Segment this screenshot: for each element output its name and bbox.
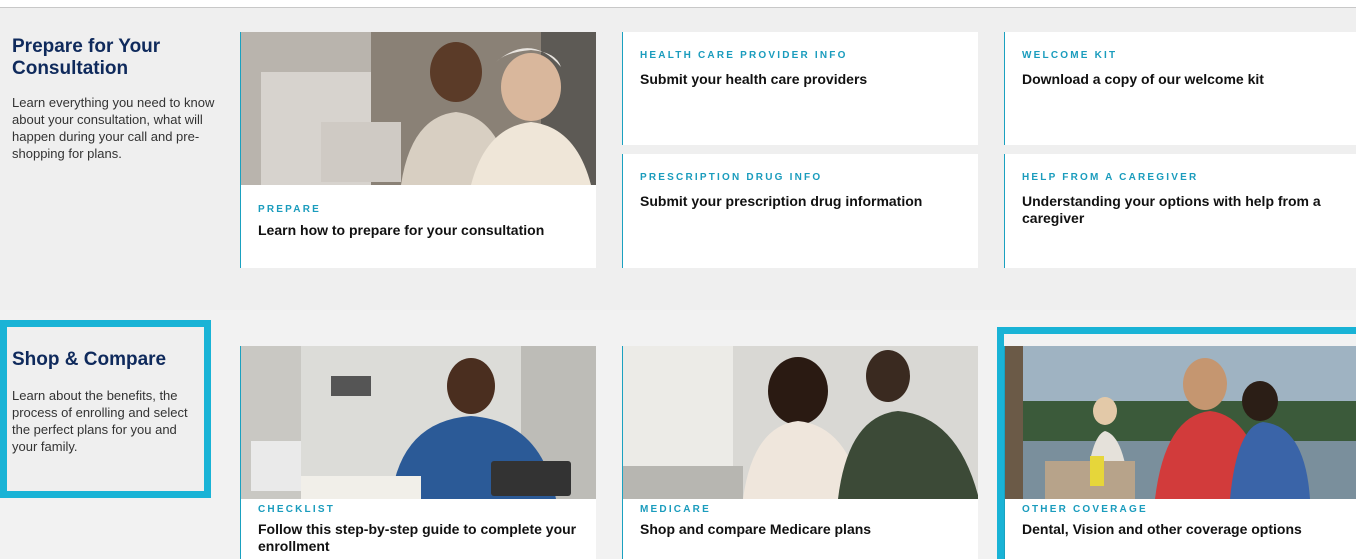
shop-section-header: Shop & Compare Learn about the benefits,… [0,320,211,498]
prepare-photo [241,32,596,185]
card-medicare[interactable]: MEDICARE Shop and compare Medicare plans [622,346,978,559]
card-medicare-eyebrow: MEDICARE [640,504,711,515]
card-prepare-title: Learn how to prepare for your consultati… [258,222,545,238]
card-checklist-eyebrow: CHECKLIST [258,504,336,515]
card-provider-eyebrow: HEALTH CARE PROVIDER INFO [640,50,848,61]
card-checklist[interactable]: CHECKLIST Follow this step-by-step guide… [240,346,596,559]
prepare-description: Learn everything you need to know about … [12,95,215,161]
card-medicare-title: Shop and compare Medicare plans [640,521,872,537]
shop-description: Learn about the benefits, the process of… [12,388,188,454]
checklist-photo [241,346,596,499]
card-checklist-title: Follow this step-by-step guide to comple… [258,521,577,554]
card-drug-title: Submit your prescription drug informatio… [640,193,923,209]
top-divider [0,0,1356,8]
card-caregiver[interactable]: HELP FROM A CAREGIVER Understanding your… [1004,154,1356,268]
card-provider-title: Submit your health care providers [640,71,868,87]
other-coverage-highlight [997,327,1356,559]
medicare-photo [623,346,978,499]
card-prescription-drug[interactable]: PRESCRIPTION DRUG INFO Submit your presc… [622,154,978,268]
card-health-care-provider[interactable]: HEALTH CARE PROVIDER INFO Submit your he… [622,32,978,145]
card-welcome-title: Download a copy of our welcome kit [1022,71,1264,87]
card-welcome-eyebrow: WELCOME KIT [1022,50,1118,61]
card-caregiver-eyebrow: HELP FROM A CAREGIVER [1022,172,1199,183]
card-prepare[interactable]: PREPARE Learn how to prepare for your co… [240,32,596,268]
card-prepare-eyebrow: PREPARE [258,204,322,215]
card-drug-eyebrow: PRESCRIPTION DRUG INFO [640,172,823,183]
card-welcome-kit[interactable]: WELCOME KIT Download a copy of our welco… [1004,32,1356,145]
prepare-heading: Prepare for Your Consultation [12,36,161,79]
card-caregiver-title: Understanding your options with help fro… [1022,193,1321,226]
shop-heading: Shop & Compare [12,349,167,370]
prepare-section-header: Prepare for Your Consultation Learn ever… [12,36,217,162]
